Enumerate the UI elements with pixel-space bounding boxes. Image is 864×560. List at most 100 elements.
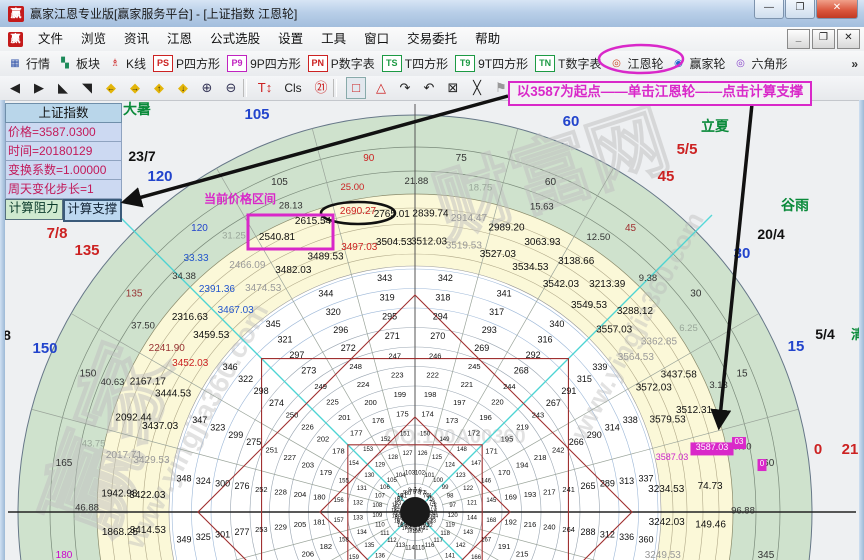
mdi-restore-button[interactable]: ❐ <box>812 29 835 49</box>
toolbar-item-winner-wheel[interactable]: ◉赢家轮 <box>670 55 725 72</box>
menu-8[interactable]: 交易委托 <box>398 27 466 51</box>
shift-left-button[interactable]: ◆← <box>102 78 120 98</box>
svg-text:130: 130 <box>364 473 375 479</box>
svg-text:241: 241 <box>562 485 575 494</box>
close-button[interactable]: ✕ <box>816 0 858 19</box>
maximize-button[interactable]: ❐ <box>785 0 815 19</box>
svg-text:158: 158 <box>339 537 350 543</box>
back-button[interactable]: ◀ <box>6 78 24 98</box>
svg-text:198: 198 <box>424 390 437 399</box>
svg-text:181: 181 <box>313 518 326 527</box>
toolbar-item-9t-square[interactable]: T99T四方形 <box>455 55 528 72</box>
expand-button[interactable]: ╳ <box>468 78 486 98</box>
tutorial-annotation: 以3587为起点——单击江恩轮——点击计算支撑 <box>508 81 812 106</box>
toolbar-item-quotes[interactable]: ▦行情 <box>7 55 50 72</box>
toolbar-item-sectors[interactable]: ▚板块 <box>57 55 100 72</box>
calendar-button[interactable]: ㉑ <box>312 78 330 98</box>
svg-text:2765.01: 2765.01 <box>374 209 411 220</box>
app-logo-icon-small: 赢 <box>8 32 23 47</box>
svg-text:220: 220 <box>491 398 504 407</box>
svg-text:74.73: 74.73 <box>698 481 723 492</box>
9p-square-icon: P9 <box>227 55 247 72</box>
mdi-minimize-button[interactable]: _ <box>787 29 810 49</box>
box-x-button[interactable]: ⊠ <box>444 78 462 98</box>
menu-3[interactable]: 江恩 <box>158 27 201 51</box>
svg-text:123: 123 <box>456 473 467 479</box>
zoom-out-button[interactable]: ⊖ <box>222 78 240 98</box>
menu-6[interactable]: 工具 <box>312 27 355 51</box>
t-table-label: T数字表 <box>558 55 601 72</box>
mdi-close-button[interactable]: ✕ <box>837 29 860 49</box>
zoom-in-button[interactable]: ⊕ <box>198 78 216 98</box>
calc-resistance-button[interactable]: 计算阻力 <box>5 199 63 220</box>
svg-text:3213.39: 3213.39 <box>589 279 626 290</box>
toolbar-separator <box>243 79 247 97</box>
toolbar-item-t-table[interactable]: TNT数字表 <box>535 55 601 72</box>
svg-text:110: 110 <box>375 523 385 529</box>
svg-text:176: 176 <box>372 416 385 425</box>
svg-text:293: 293 <box>482 325 497 335</box>
square-tool-button[interactable]: □ <box>346 77 366 99</box>
svg-text:3489.53: 3489.53 <box>307 251 344 262</box>
price-field[interactable]: 价格=3587.0300 <box>5 123 122 142</box>
svg-text:2989.20: 2989.20 <box>488 222 525 233</box>
step-field[interactable]: 周天变化步长=1 <box>5 180 122 199</box>
toolbar-item-gann-wheel[interactable]: ◎江恩轮 <box>608 55 663 72</box>
svg-text:269: 269 <box>474 343 489 353</box>
cls-button[interactable]: Cls <box>280 78 306 98</box>
toolbar-item-hexagon[interactable]: ◎六角形 <box>733 55 788 72</box>
arc-cw-button[interactable]: ↷ <box>396 78 414 98</box>
date-field[interactable]: 时间=20180129 <box>5 142 122 161</box>
rotate-left-button[interactable]: ◣ <box>54 78 72 98</box>
toolbar-item-t-square[interactable]: TST四方形 <box>382 55 448 72</box>
menu-1[interactable]: 浏览 <box>72 27 115 51</box>
shift-down-button[interactable]: ◆↓ <box>174 78 192 98</box>
toolbar-item-9p-square[interactable]: P99P四方形 <box>227 55 301 72</box>
svg-text:105: 105 <box>244 106 269 123</box>
svg-text:192: 192 <box>504 518 517 527</box>
toolbar-item-kline[interactable]: ♗K线 <box>107 55 146 72</box>
minimize-button[interactable]: — <box>754 0 784 19</box>
svg-text:339: 339 <box>592 362 607 372</box>
svg-text:6.25: 6.25 <box>679 323 698 334</box>
menu-0[interactable]: 文件 <box>29 27 72 51</box>
svg-text:3249.53: 3249.53 <box>645 550 682 560</box>
svg-text:301: 301 <box>215 529 230 539</box>
arc-ccw-button[interactable]: ↶ <box>420 78 438 98</box>
svg-text:43.75: 43.75 <box>82 439 106 450</box>
triangle-tool-button[interactable]: △ <box>372 78 390 98</box>
calc-support-button[interactable]: 计算支撑 <box>63 199 123 222</box>
forward-button[interactable]: ▶ <box>30 78 48 98</box>
menu-9[interactable]: 帮助 <box>466 27 509 51</box>
svg-text:338: 338 <box>623 415 638 425</box>
svg-text:2241.90: 2241.90 <box>149 343 186 354</box>
price-axis-button[interactable]: T↕ <box>256 78 274 98</box>
svg-text:3138.66: 3138.66 <box>558 256 595 267</box>
menu-5[interactable]: 设置 <box>269 27 312 51</box>
svg-text:当前价格区间: 当前价格区间 <box>204 191 276 206</box>
svg-text:3542.03: 3542.03 <box>543 279 580 290</box>
toolbar-item-p-table[interactable]: PNP数字表 <box>308 55 375 72</box>
svg-text:167: 167 <box>481 537 492 543</box>
menu-7[interactable]: 窗口 <box>355 27 398 51</box>
coefficient-field[interactable]: 变换系数=1.00000 <box>5 161 122 180</box>
svg-text:297: 297 <box>289 350 304 360</box>
menu-2[interactable]: 资讯 <box>115 27 158 51</box>
shift-up-button[interactable]: ◆↑ <box>150 78 168 98</box>
window-right-border <box>859 100 864 560</box>
menu-4[interactable]: 公式选股 <box>201 27 269 51</box>
svg-text:3437.03: 3437.03 <box>142 421 179 432</box>
svg-text:323: 323 <box>210 422 225 432</box>
shift-right-button[interactable]: ◆→ <box>126 78 144 98</box>
svg-text:166: 166 <box>471 555 482 560</box>
svg-text:45: 45 <box>658 168 675 185</box>
toolbar-overflow-chevron[interactable]: » <box>851 57 858 71</box>
svg-text:2914.47: 2914.47 <box>451 213 488 224</box>
svg-text:222: 222 <box>426 371 439 380</box>
toolbar-item-p-square[interactable]: PSP四方形 <box>153 55 220 72</box>
svg-text:296: 296 <box>333 325 348 335</box>
rotate-right-button[interactable]: ◥ <box>78 78 96 98</box>
svg-text:223: 223 <box>391 371 404 380</box>
svg-text:150: 150 <box>80 369 97 380</box>
t-table-icon: TN <box>535 55 555 72</box>
